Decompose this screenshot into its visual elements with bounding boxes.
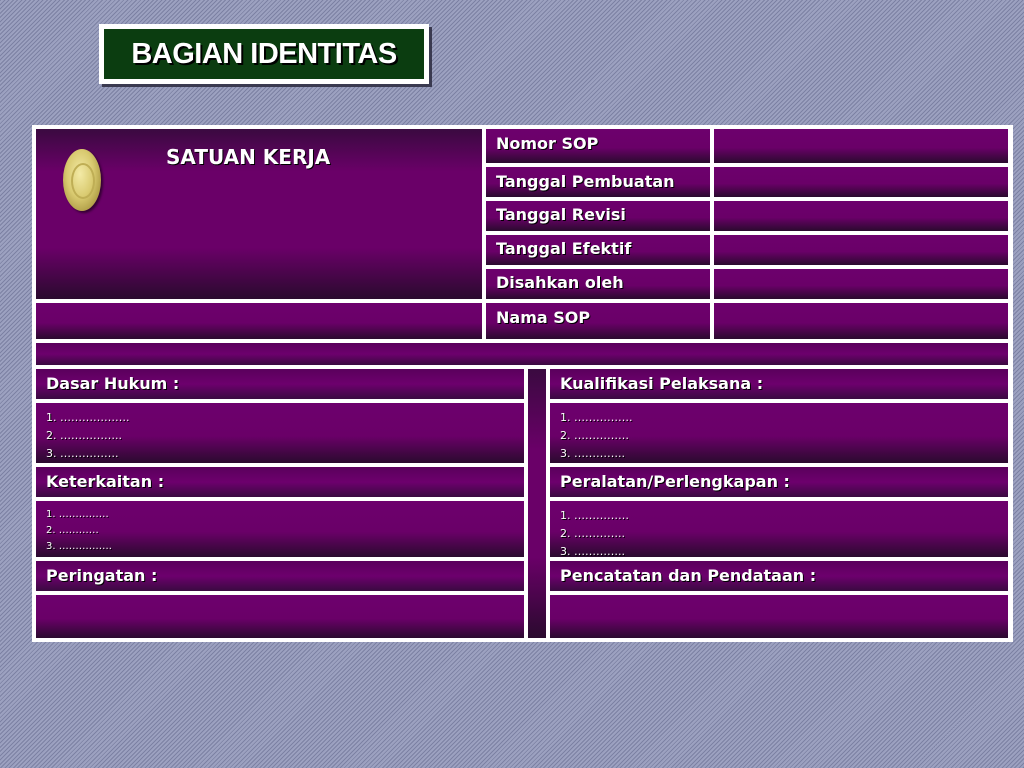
field-label-text: Tanggal Efektif — [496, 239, 632, 258]
field-label-text: Nama SOP — [496, 308, 591, 327]
field-label-text: Disahkan oleh — [496, 273, 624, 292]
field-value-tanggal-pembuatan[interactable] — [714, 167, 1008, 197]
field-value-disahkan-oleh[interactable] — [714, 269, 1008, 299]
keterkaitan-label: Keterkaitan : — [46, 472, 165, 491]
peralatan-label: Peralatan/Perlengkapan : — [560, 472, 790, 491]
field-label-nama-sop: Nama SOP — [486, 303, 710, 339]
kualifikasi-label: Kualifikasi Pelaksana : — [560, 374, 764, 393]
section-title: BAGIAN IDENTITAS — [104, 29, 424, 79]
field-label-text: Tanggal Revisi — [496, 205, 626, 224]
field-value-nama-sop[interactable] — [714, 303, 1008, 339]
unit-label: SATUAN KERJA — [166, 145, 331, 169]
field-label-tanggal-pembuatan: Tanggal Pembuatan — [486, 167, 710, 197]
nama-sop-left-cell — [36, 303, 482, 339]
field-value-tanggal-revisi[interactable] — [714, 201, 1008, 231]
list-item: 2. …………… — [560, 429, 629, 442]
list-item: 1. ……………. — [560, 411, 633, 424]
peralatan-body[interactable]: 1. …………… 2. ………….. 3. ………….. — [550, 501, 1008, 558]
list-item: 1. ………………. — [46, 411, 130, 424]
kualifikasi-list: 1. ……………. 2. …………… 3. ………….. — [560, 409, 633, 463]
peralatan-header: Peralatan/Perlengkapan : — [550, 467, 1008, 497]
list-item: 1. …………… — [560, 509, 629, 522]
dasar-hukum-label: Dasar Hukum : — [46, 374, 180, 393]
pencatatan-header: Pencatatan dan Pendataan : — [550, 561, 1008, 591]
kualifikasi-header: Kualifikasi Pelaksana : — [550, 369, 1008, 399]
divider-bar — [36, 343, 1008, 365]
field-label-text: Nomor SOP — [496, 134, 599, 153]
field-label-tanggal-revisi: Tanggal Revisi — [486, 201, 710, 231]
unit-cell: SATUAN KERJA — [36, 129, 482, 299]
dasar-hukum-header: Dasar Hukum : — [36, 369, 524, 399]
list-item: 3. ……………. — [46, 447, 119, 460]
field-label-tanggal-efektif: Tanggal Efektif — [486, 235, 710, 265]
pencatatan-body[interactable] — [550, 595, 1008, 638]
peringatan-label: Peringatan : — [46, 566, 158, 585]
field-label-nomor-sop: Nomor SOP — [486, 129, 710, 163]
kualifikasi-body[interactable]: 1. ……………. 2. …………… 3. ………….. — [550, 403, 1008, 463]
keterkaitan-list: 1. …………… 2. ………… 3. ……………. — [46, 507, 112, 555]
list-item: 2. …………….. — [46, 429, 122, 442]
section-title-box: BAGIAN IDENTITAS — [99, 24, 429, 84]
list-item: 3. ………….. — [560, 447, 625, 460]
peralatan-list: 1. …………… 2. ………….. 3. ………….. — [560, 507, 629, 561]
list-item: 3. ……………. — [46, 541, 112, 552]
field-value-tanggal-efektif[interactable] — [714, 235, 1008, 265]
pencatatan-label: Pencatatan dan Pendataan : — [560, 566, 817, 585]
identity-table: SATUAN KERJA Nomor SOP Tanggal Pembuatan… — [32, 125, 1013, 642]
dasar-hukum-body[interactable]: 1. ………………. 2. …………….. 3. ……………. — [36, 403, 524, 463]
keterkaitan-header: Keterkaitan : — [36, 467, 524, 497]
list-item: 3. ………….. — [560, 545, 625, 558]
dasar-hukum-list: 1. ………………. 2. …………….. 3. ……………. — [46, 409, 130, 463]
keterkaitan-body[interactable]: 1. …………… 2. ………… 3. ……………. — [36, 501, 524, 557]
coin-emblem-icon — [63, 149, 101, 211]
center-gap — [528, 369, 546, 638]
field-label-text: Tanggal Pembuatan — [496, 172, 675, 191]
peringatan-body[interactable] — [36, 595, 524, 638]
field-value-nomor-sop[interactable] — [714, 129, 1008, 163]
peringatan-header: Peringatan : — [36, 561, 524, 591]
list-item: 2. ………….. — [560, 527, 625, 540]
list-item: 1. …………… — [46, 509, 109, 520]
list-item: 2. ………… — [46, 525, 99, 536]
field-label-disahkan-oleh: Disahkan oleh — [486, 269, 710, 299]
